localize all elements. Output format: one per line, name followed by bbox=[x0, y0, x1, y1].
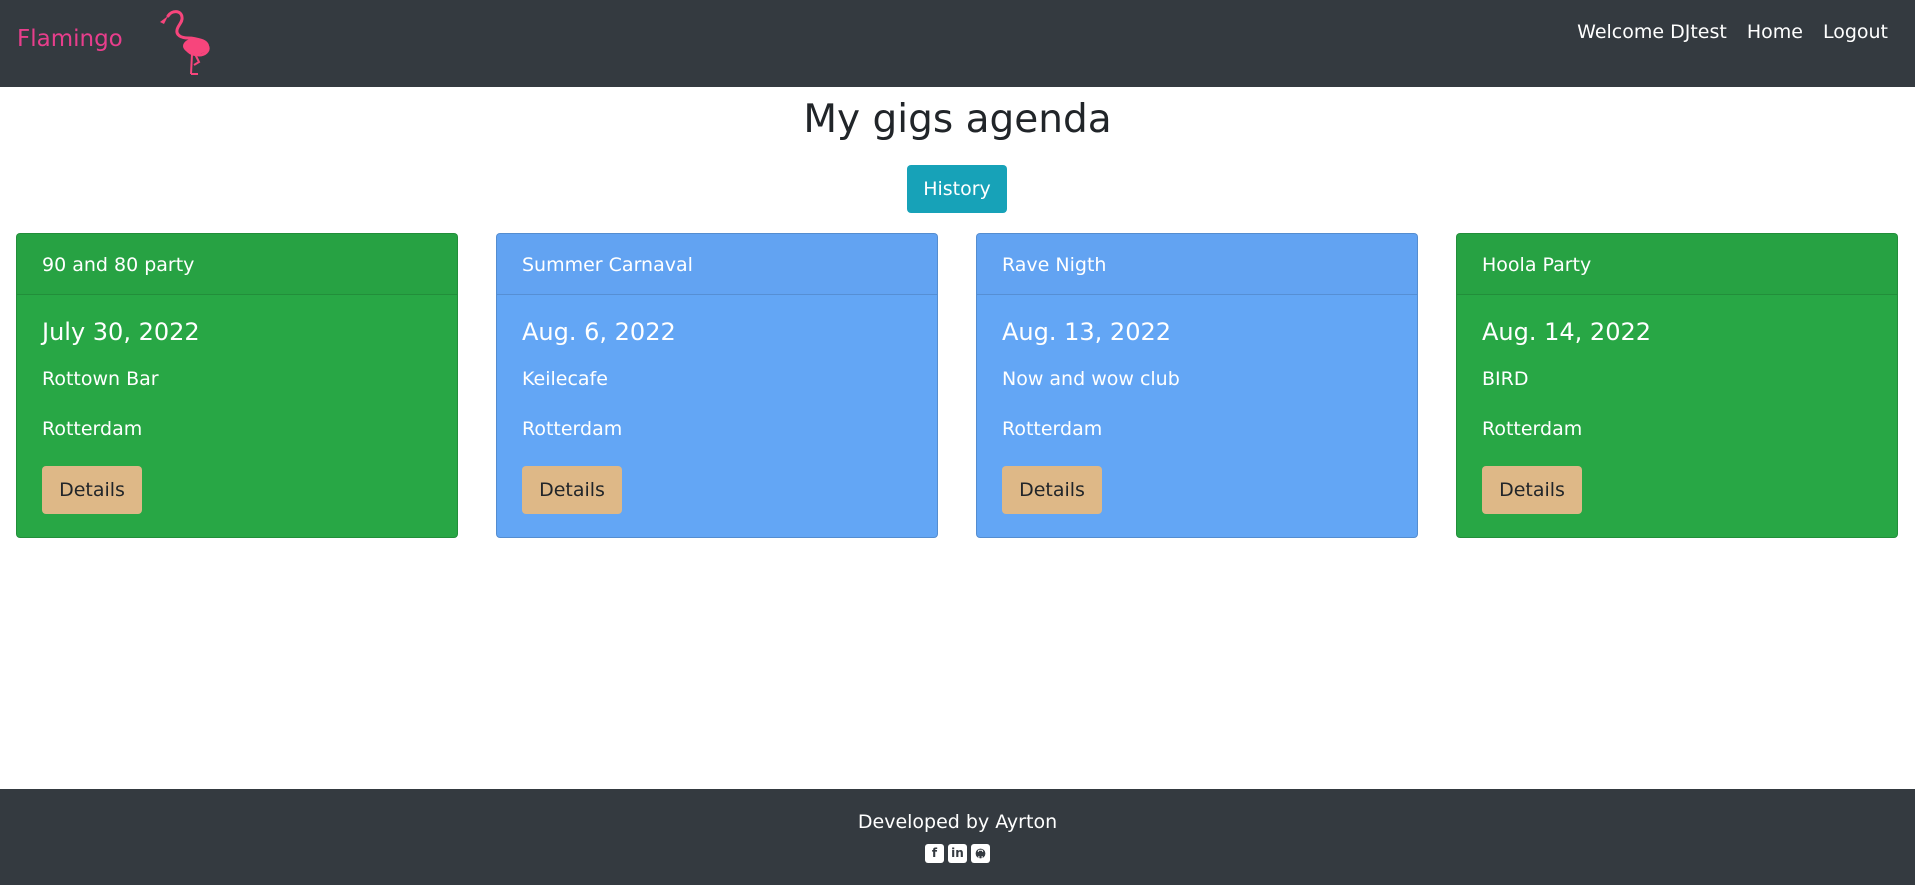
details-button[interactable]: Details bbox=[522, 466, 622, 514]
gig-card: Rave Nigth Aug. 13, 2022 Now and wow clu… bbox=[976, 233, 1418, 538]
gig-venue: Keilecafe bbox=[522, 368, 608, 390]
nav-welcome[interactable]: Welcome DJtest bbox=[1577, 19, 1727, 45]
gig-card-body: Aug. 13, 2022 Now and wow club Rotterdam… bbox=[977, 295, 1417, 537]
details-button[interactable]: Details bbox=[1482, 466, 1582, 514]
gig-card-title: 90 and 80 party bbox=[17, 234, 457, 295]
gig-card-title: Rave Nigth bbox=[977, 234, 1417, 295]
details-button[interactable]: Details bbox=[42, 466, 142, 514]
gig-date: Aug. 6, 2022 bbox=[522, 318, 676, 346]
gig-city: Rotterdam bbox=[42, 418, 143, 440]
gig-card-body: Aug. 14, 2022 BIRD Rotterdam Details bbox=[1457, 295, 1897, 537]
gig-card-title: Hoola Party bbox=[1457, 234, 1897, 295]
gig-city: Rotterdam bbox=[1482, 418, 1583, 440]
flamingo-logo-icon bbox=[160, 10, 210, 75]
footer: Developed by Ayrton f in bbox=[0, 789, 1915, 885]
navbar: Flamingo Welcome DJtest Home Logout bbox=[0, 0, 1915, 87]
facebook-icon[interactable]: f bbox=[925, 844, 944, 863]
gig-city: Rotterdam bbox=[522, 418, 623, 440]
page-title: My gigs agenda bbox=[803, 97, 1112, 142]
gig-date: Aug. 14, 2022 bbox=[1482, 318, 1651, 346]
gig-venue: BIRD bbox=[1482, 368, 1529, 390]
gig-card-body: July 30, 2022 Rottown Bar Rotterdam Deta… bbox=[17, 295, 457, 537]
gig-date: Aug. 13, 2022 bbox=[1002, 318, 1171, 346]
nav-logout[interactable]: Logout bbox=[1823, 19, 1888, 45]
details-button[interactable]: Details bbox=[1002, 466, 1102, 514]
footer-credit: Developed by Ayrton bbox=[857, 811, 1058, 833]
github-icon[interactable] bbox=[971, 844, 990, 863]
gig-card-body: Aug. 6, 2022 Keilecafe Rotterdam Details bbox=[497, 295, 937, 537]
gig-venue: Rottown Bar bbox=[42, 368, 159, 390]
gig-card: 90 and 80 party July 30, 2022 Rottown Ba… bbox=[16, 233, 458, 538]
brand-link[interactable]: Flamingo bbox=[17, 26, 123, 52]
history-button[interactable]: History bbox=[907, 165, 1007, 213]
gig-date: July 30, 2022 bbox=[42, 318, 200, 346]
gig-card: Summer Carnaval Aug. 6, 2022 Keilecafe R… bbox=[496, 233, 938, 538]
nav-links: Welcome DJtest Home Logout bbox=[1577, 19, 1888, 45]
gig-card-title: Summer Carnaval bbox=[497, 234, 937, 295]
linkedin-icon[interactable]: in bbox=[948, 844, 967, 863]
gig-card: Hoola Party Aug. 14, 2022 BIRD Rotterdam… bbox=[1456, 233, 1898, 538]
nav-home[interactable]: Home bbox=[1747, 19, 1803, 45]
gig-city: Rotterdam bbox=[1002, 418, 1103, 440]
gig-venue: Now and wow club bbox=[1002, 368, 1180, 390]
social-links: f in bbox=[0, 844, 1915, 863]
